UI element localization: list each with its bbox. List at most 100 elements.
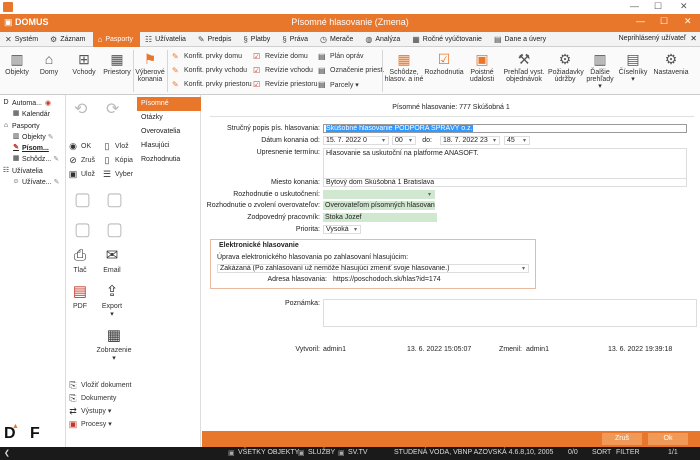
menu-system[interactable]: ✕ Systém <box>0 32 45 47</box>
menu-predpis[interactable]: ✎ Predpis <box>193 32 238 47</box>
dropdown-arrow-icon[interactable]: ▾ <box>523 137 526 144</box>
close-circle-icon[interactable]: ◉ <box>45 99 51 107</box>
status-vsetky-objekty[interactable]: VŠETKY OBJEKTY <box>238 449 299 456</box>
konf-prvky-vchodu-button[interactable]: ✎ Konfit. prvky vchodu <box>172 66 247 75</box>
maximize-icon[interactable]: ☐ <box>654 1 662 12</box>
vloz-button[interactable]: ▯ Vlož <box>102 141 129 151</box>
tab-rozhodnutia[interactable]: Rozhodnutia <box>137 153 201 167</box>
status-chevron-icon[interactable]: ❮ <box>4 449 10 457</box>
menu-merace[interactable]: ◷ Merače <box>315 32 360 47</box>
tree-item-schodze[interactable]: ▦ Schôdz... ✎ <box>12 155 59 163</box>
menu-rocne-vyuctovanie[interactable]: ▦ Ročné vyúčtovanie <box>407 32 489 47</box>
email-button[interactable]: ✉ Email <box>100 247 124 275</box>
vlozit-dokument-button[interactable]: ⎘ Vložiť dokument <box>68 380 131 390</box>
cas-od-input[interactable]: 00 <box>392 136 416 145</box>
export-button[interactable]: ⇪ Export ▾ <box>100 283 124 319</box>
status-sv-tv[interactable]: SV.TV <box>348 449 368 456</box>
minimize-icon[interactable]: — <box>630 1 639 11</box>
dropdown-arrow-icon[interactable]: ▾ <box>409 137 412 144</box>
dropdown-arrow-icon[interactable]: ▾ <box>354 226 357 233</box>
menu-uzivatelia[interactable]: ☷ Užívatelia <box>140 32 193 47</box>
zodpovedny-input[interactable]: Štoka Jozef <box>323 213 437 222</box>
zrus-dialog-button[interactable]: Zruš <box>602 433 642 445</box>
dropdown-arrow-icon[interactable]: ▾ <box>428 202 431 209</box>
revizie-domu-button[interactable]: ☑ Revízie domu <box>253 52 308 61</box>
priestory-button[interactable]: ▦ Priestory <box>103 51 131 76</box>
dropdown-arrow-icon[interactable]: ▾ <box>493 137 496 144</box>
app-minimize-icon[interactable]: — <box>636 16 645 26</box>
nastavenia-button[interactable]: ⚙ Nastavenia <box>652 51 690 76</box>
rozhodnutie-zvoleni-select[interactable]: Overovateľom písomných hlasovaní <box>323 201 435 210</box>
ciselniky-button[interactable]: ▤ Číselníky ▾ <box>618 51 648 83</box>
close-window-icon[interactable]: ✕ <box>680 1 688 12</box>
adresa-value[interactable]: https://poschodoch.sk/hlas?id=174 <box>333 276 441 283</box>
miesto-konania-input[interactable]: Bytový dom Skúšobná 1 Bratislava <box>323 178 687 187</box>
menu-pasporty[interactable]: ⌂ Pasporty <box>92 31 140 47</box>
pdf-button[interactable]: ▤ PDF <box>68 283 92 311</box>
tab-otazky[interactable]: Otázky <box>137 111 201 125</box>
pin-icon[interactable]: ✎ <box>54 178 60 186</box>
datum-od-input[interactable]: 15. 7. 2022 0 <box>323 136 389 145</box>
vyber-button[interactable]: ☰ Vyber <box>102 169 133 179</box>
tree-item-pasporty[interactable]: ⌂ Pasporty <box>2 122 40 130</box>
parcely-button[interactable]: ▤ Parcely ▾ <box>318 80 359 89</box>
strucny-popis-input[interactable]: Skúšobné hlasovanie PODPORA SPRÁVY o.z. <box>323 124 687 133</box>
menu-zaznam[interactable]: ⚙ Záznam <box>45 32 92 47</box>
tab-pisomne-hlasovanie[interactable]: Písomné hlasovanie <box>137 97 201 121</box>
konf-prvky-domu-button[interactable]: ✎ Konfit. prvky domu <box>172 52 242 61</box>
tree-item-kalendar[interactable]: ▦ Kalendár <box>12 110 50 118</box>
tree-item-pisomne[interactable]: ✎ Písom... <box>12 144 49 152</box>
dropdown-arrow-icon[interactable]: ▾ <box>382 137 385 144</box>
pin-icon[interactable]: ✎ <box>53 155 59 163</box>
vystupy-button[interactable]: ⇄ Výstupy ▾ <box>68 406 111 416</box>
vyberove-konania-button[interactable]: ⚑ Výberové konania <box>135 51 165 83</box>
tree-item-automat[interactable]: D Automa... ◉ <box>2 99 51 107</box>
zrus-button[interactable]: ⊘ Zruš <box>68 155 95 165</box>
rozhodnutie-uskutocneni-select[interactable] <box>323 190 435 199</box>
status-filter[interactable]: FILTER <box>616 449 640 456</box>
konf-prvky-priestoru-button[interactable]: ✎ Konfit. prvky priestoru <box>172 80 252 89</box>
cas-do-input[interactable]: 45 <box>504 136 530 145</box>
menu-prava[interactable]: § Práva <box>277 32 315 47</box>
dropdown-arrow-icon[interactable]: ▾ <box>522 265 525 272</box>
status-sort[interactable]: SORT <box>592 449 611 456</box>
procesy-button[interactable]: ▣ Procesy ▾ <box>68 419 112 429</box>
ok-dialog-button[interactable]: Ok <box>648 433 688 445</box>
schodze-button[interactable]: ▦ Schôdze, hlasov. a iné <box>384 51 424 83</box>
app-close-icon[interactable]: ✕ <box>684 16 692 27</box>
prehlad-objednavok-button[interactable]: ⚒ Prehľad vyst. objednávok <box>502 51 546 83</box>
dalsie-prehlady-button[interactable]: ▥ Ďalšie prehľady ▾ <box>584 51 616 90</box>
tab-overovatelia[interactable]: Overovatelia <box>137 125 201 139</box>
revizie-vchodu-button[interactable]: ☑ Revízie vchodu <box>253 66 313 75</box>
current-user[interactable]: Neprihlásený užívateľ <box>619 35 686 42</box>
zobrazenie-button[interactable]: ▦ Zobrazenie ▾ <box>94 327 134 363</box>
tree-item-uzivatelia[interactable]: ☷ Užívatelia <box>2 167 43 175</box>
dropdown-arrow-icon[interactable]: ▾ <box>428 191 431 198</box>
poznamka-textarea[interactable] <box>323 299 697 327</box>
uloz-button[interactable]: ▣ Ulož <box>68 169 95 179</box>
tlac-button[interactable]: ⎙ Tlač <box>68 247 92 275</box>
tree-item-objekty[interactable]: ▥ Objekty ✎ <box>12 133 54 141</box>
revizie-priestoru-button[interactable]: ☑ Revízie priestoru <box>253 80 318 89</box>
vchody-button[interactable]: ⊞ Vchody <box>70 51 98 76</box>
menu-platby[interactable]: § Platby <box>238 32 277 47</box>
user-close-icon[interactable]: ✕ <box>690 34 697 43</box>
tree-item-uzivate[interactable]: ☺ Užívate... ✎ <box>12 178 59 186</box>
poistne-udalosti-button[interactable]: ▣ Poistné udalosti <box>466 51 498 83</box>
oznacenie-priestoru-button[interactable]: ▤ Označenie priest. <box>318 66 384 75</box>
ok-button[interactable]: ◉ OK <box>68 141 91 151</box>
plan-oprav-button[interactable]: ▤ Plán opráv <box>318 52 363 61</box>
menu-analyza[interactable]: ◍ Analýza <box>360 32 407 47</box>
objekty-button[interactable]: ▥ Objekty <box>4 51 30 76</box>
back-arrow-icon[interactable]: ⟲ <box>74 99 87 119</box>
pin-icon[interactable]: ✎ <box>48 133 54 141</box>
uprava-select[interactable]: Zakázaná (Po zahlasovaní už nemôže hlasu… <box>217 264 529 273</box>
rozhodnutia-button[interactable]: ☑ Rozhodnutia <box>424 51 464 76</box>
domy-button[interactable]: ⌂ Domy <box>38 51 60 76</box>
menu-dane-a-uvery[interactable]: ▤ Dane a úvery <box>489 32 553 47</box>
dokumenty-button[interactable]: ⎘ Dokumenty <box>68 393 116 403</box>
kopia-button[interactable]: ▯ Kópia <box>102 155 133 165</box>
datum-do-input[interactable]: 18. 7. 2022 23 <box>440 136 500 145</box>
app-maximize-icon[interactable]: ☐ <box>660 16 668 27</box>
tab-hlasujuci[interactable]: Hlasujúci <box>137 139 201 153</box>
